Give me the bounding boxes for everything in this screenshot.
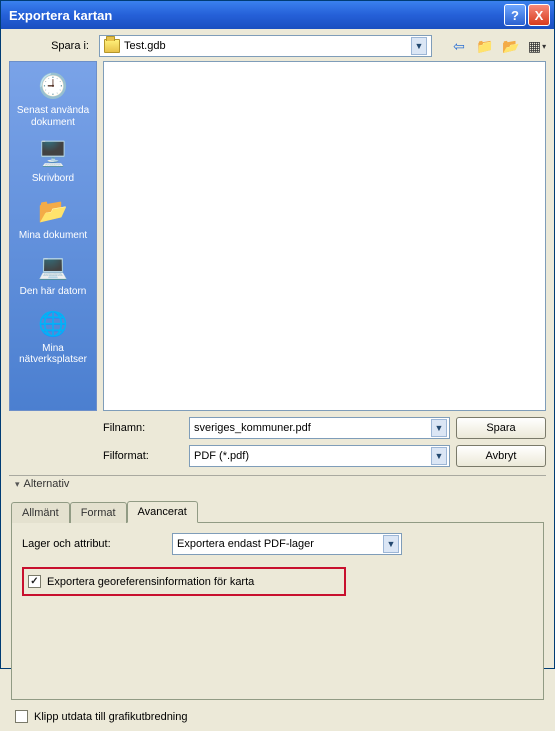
place-label: Senast använda dokument: [14, 105, 92, 128]
tab-advanced[interactable]: Avancerat: [127, 501, 198, 523]
up-folder-icon[interactable]: 📁: [476, 37, 494, 55]
filename-label: Filnamn:: [103, 422, 183, 434]
layers-select[interactable]: Exportera endast PDF-lager ▼: [172, 533, 402, 555]
place-label: Mina dokument: [14, 230, 92, 242]
cancel-button[interactable]: Avbryt: [456, 445, 546, 467]
new-folder-icon[interactable]: 📂: [502, 37, 520, 55]
chevron-down-icon[interactable]: ▼: [411, 37, 427, 55]
place-label: Den här datorn: [14, 286, 92, 298]
tab-panel-advanced: Lager och attribut: Exportera endast PDF…: [11, 522, 544, 700]
georef-checkbox-row[interactable]: ✓ Exportera georeferensinformation för k…: [22, 567, 346, 596]
desktop-icon: 🖥️: [37, 140, 69, 170]
layers-label: Lager och attribut:: [22, 538, 162, 550]
save-in-value: Test.gdb: [124, 40, 411, 52]
chevron-down-icon[interactable]: ▼: [431, 447, 447, 465]
recent-icon: 🕘: [37, 72, 69, 102]
help-button[interactable]: ?: [504, 4, 526, 26]
titlebar: Exportera kartan ? X: [1, 1, 554, 29]
tabs: Allmänt Format Avancerat: [1, 492, 554, 522]
folder-icon: [104, 39, 120, 53]
chevron-down-icon[interactable]: ▼: [431, 419, 447, 437]
clip-label: Klipp utdata till grafikutbredning: [34, 711, 187, 723]
georef-label: Exportera georeferensinformation för kar…: [47, 576, 254, 588]
place-computer[interactable]: 💻 Den här datorn: [12, 249, 94, 304]
close-button[interactable]: X: [528, 4, 550, 26]
place-network[interactable]: 🌐 Mina nätverksplatser: [12, 306, 94, 372]
network-icon: 🌐: [37, 310, 69, 340]
places-bar: 🕘 Senast använda dokument 🖥️ Skrivbord 📂…: [9, 61, 97, 411]
place-recent[interactable]: 🕘 Senast använda dokument: [12, 68, 94, 134]
save-in-row: Spara i: Test.gdb ▼ ⇦ 📁 📂 ▦▾: [1, 29, 554, 61]
place-desktop[interactable]: 🖥️ Skrivbord: [12, 136, 94, 191]
place-label: Mina nätverksplatser: [14, 343, 92, 366]
filename-input[interactable]: sveriges_kommuner.pdf ▼: [189, 417, 450, 439]
save-in-dropdown[interactable]: Test.gdb ▼: [99, 35, 432, 57]
fileformat-select[interactable]: PDF (*.pdf) ▼: [189, 445, 450, 467]
tab-format[interactable]: Format: [70, 502, 127, 523]
checkbox-checked-icon[interactable]: ✓: [28, 575, 41, 588]
file-list[interactable]: [103, 61, 546, 411]
save-in-label: Spara i:: [9, 40, 93, 52]
fileformat-label: Filformat:: [103, 450, 183, 462]
place-label: Skrivbord: [14, 173, 92, 185]
view-menu-icon[interactable]: ▦▾: [528, 37, 546, 55]
clip-checkbox[interactable]: [15, 710, 28, 723]
place-documents[interactable]: 📂 Mina dokument: [12, 193, 94, 248]
alternativ-toggle[interactable]: Alternativ: [1, 478, 554, 492]
tab-general[interactable]: Allmänt: [11, 502, 70, 523]
computer-icon: 💻: [37, 253, 69, 283]
save-button[interactable]: Spara: [456, 417, 546, 439]
chevron-down-icon[interactable]: ▼: [383, 535, 399, 553]
back-icon[interactable]: ⇦: [450, 37, 468, 55]
documents-icon: 📂: [37, 197, 69, 227]
window-title: Exportera kartan: [9, 8, 502, 23]
